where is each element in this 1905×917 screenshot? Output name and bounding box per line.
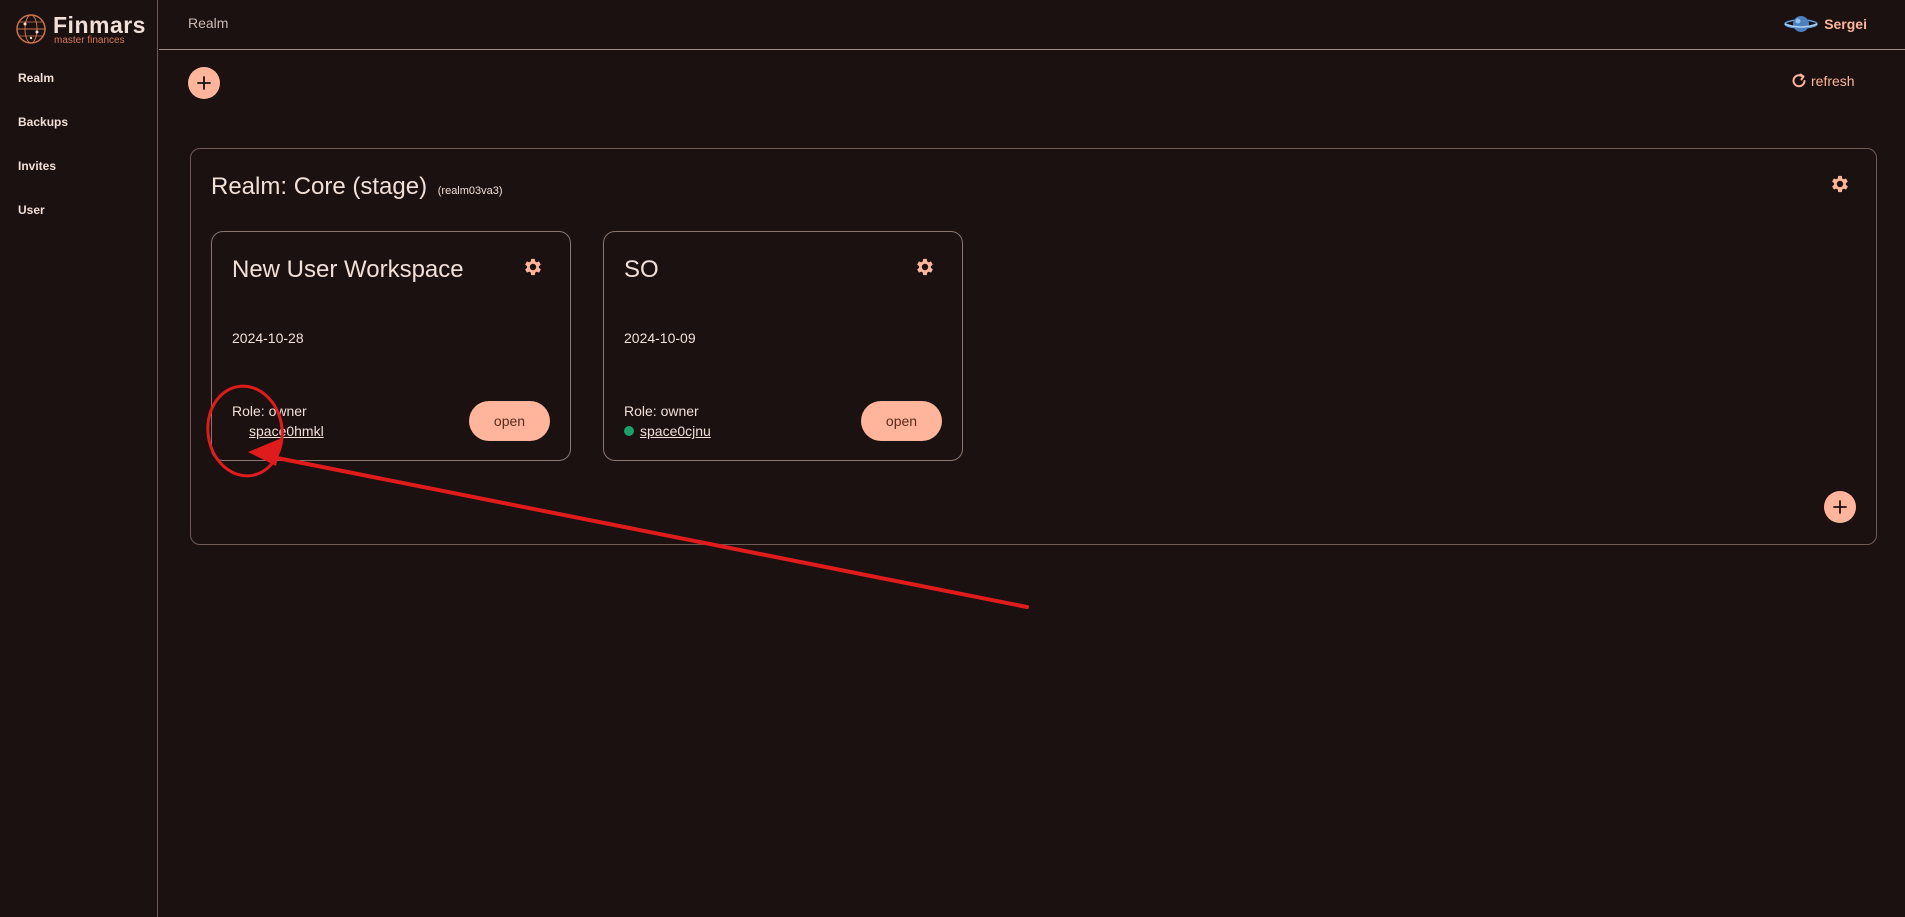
top-header: Realm Sergei <box>159 0 1905 50</box>
workspace-settings-gear-icon[interactable] <box>914 256 936 278</box>
sidebar-item-invites[interactable]: Invites <box>0 154 157 198</box>
sidebar-item-realm[interactable]: Realm <box>0 66 157 110</box>
workspace-name: New User Workspace <box>232 256 464 283</box>
globe-logo-icon <box>16 14 46 44</box>
open-workspace-button[interactable]: open <box>469 401 550 441</box>
sidebar-nav: Realm Backups Invites User <box>0 66 157 242</box>
sidebar-item-backups[interactable]: Backups <box>0 110 157 154</box>
plus-icon <box>197 76 211 90</box>
page-title: Realm <box>188 15 229 31</box>
add-realm-button[interactable] <box>188 67 220 99</box>
workspace-settings-gear-icon[interactable] <box>522 256 544 278</box>
app-logo[interactable]: Finmars master finances <box>14 12 154 46</box>
refresh-label: refresh <box>1811 73 1855 89</box>
realm-title: Realm: Core (stage) (realm03va3) <box>211 173 503 201</box>
realm-settings-gear-icon[interactable] <box>1829 173 1851 195</box>
logo-subtitle: master finances <box>54 35 125 46</box>
sidebar: Finmars master finances Realm Backups In… <box>0 0 158 917</box>
workspace-space: space0cjnu <box>624 423 711 439</box>
realm-name: Realm: Core (stage) <box>211 173 428 200</box>
workspace-date: 2024-10-09 <box>624 330 696 346</box>
space-link[interactable]: space0cjnu <box>640 423 711 439</box>
workspace-card: SO 2024-10-09 Role: owner space0cjnu ope… <box>603 231 963 461</box>
space-link[interactable]: space0hmkl <box>249 423 324 439</box>
workspace-space: space0hmkl <box>249 423 324 439</box>
workspace-date: 2024-10-28 <box>232 330 304 346</box>
workspace-role: Role: owner <box>624 403 699 419</box>
sidebar-item-user[interactable]: User <box>0 198 157 242</box>
user-menu[interactable]: Sergei <box>1784 12 1867 36</box>
planet-avatar-icon <box>1784 16 1818 32</box>
status-online-dot <box>624 426 634 436</box>
plus-icon <box>1833 500 1847 514</box>
realm-id: (realm03va3) <box>437 185 503 197</box>
refresh-icon <box>1792 73 1806 88</box>
workspace-role: Role: owner <box>232 403 307 419</box>
workspace-name: SO <box>624 256 659 283</box>
refresh-button[interactable]: refresh <box>1790 72 1855 90</box>
open-workspace-button[interactable]: open <box>861 401 942 441</box>
add-workspace-button[interactable] <box>1824 491 1856 523</box>
user-name: Sergei <box>1824 16 1867 32</box>
workspace-card: New User Workspace 2024-10-28 Role: owne… <box>211 231 571 461</box>
realm-panel: Realm: Core (stage) (realm03va3) New Use… <box>190 148 1877 545</box>
